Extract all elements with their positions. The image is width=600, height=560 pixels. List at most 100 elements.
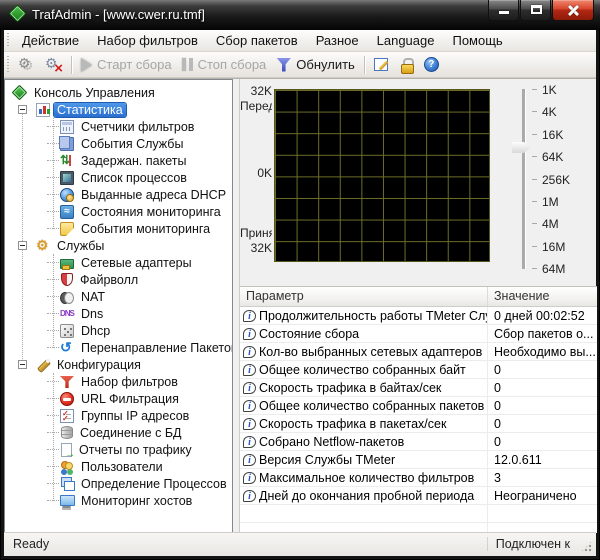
param-text: Кол-во выбранных сетевых адаптеров [259,345,482,359]
tree-item-traffic-reports[interactable]: Отчеты по трафику [5,441,232,458]
table-row[interactable]: iДней до окончания пробной периодаНеогра… [240,487,597,505]
table-row[interactable]: iВерсия Службы TMeter12.0.611 [240,451,597,469]
tree-item-label: Список процессов [78,171,190,185]
table-row[interactable]: iСкорость трафика в пакетах/сек0 [240,415,597,433]
value-cell: Сбор пакетов о... [488,327,597,341]
scale-slider-thumb[interactable] [512,142,531,153]
toolbar-button-gears-delete[interactable] [40,55,67,75]
tree-item-label: Dhcp [78,324,113,338]
tree-item-label: Конфигурация [54,358,144,372]
param-text: Дней до окончания пробной периода [259,489,474,503]
minimize-button[interactable] [488,0,519,21]
toolbar-separator [71,56,72,74]
db-connection-icon [61,426,73,439]
tree-item-dns[interactable]: Dns [5,305,232,322]
toolbar-button-funnel[interactable]: Обнулить [271,55,360,74]
value-cell: 0 [488,417,597,431]
toolbar-button-edit-view[interactable] [369,56,393,73]
param-cell: iСкорость трафика в пакетах/сек [240,415,488,432]
table-row[interactable]: iКол-во выбранных сетевых адаптеровНеобх… [240,343,597,361]
table-row[interactable]: iОбщее количество собранных байт0 [240,361,597,379]
tree-item-process-list[interactable]: Список процессов [5,169,232,186]
param-text: Скорость трафика в байтах/сек [259,381,441,395]
resize-grip[interactable] [580,540,593,553]
tree-item-dhcp[interactable]: Dhcp [5,322,232,339]
tree-item-filter-counters[interactable]: Счетчики фильтров [5,118,232,135]
toolbar-button-label: Стоп сбора [198,57,267,72]
menu-item-3[interactable]: Сбор пакетов [207,31,307,50]
tree-item-service-events[interactable]: События Службы [5,135,232,152]
tree-item-host-monitoring[interactable]: Мониторинг хостов [5,492,232,509]
menu-item-1[interactable]: Действие [13,31,88,50]
scale-slider-track[interactable] [522,89,525,269]
tree-item-url-filtering[interactable]: URL Фильтрация [5,390,232,407]
process-detection-icon [60,477,74,491]
menubar-gripper[interactable] [7,33,9,48]
maximize-button[interactable] [520,0,551,21]
tree-item-services[interactable]: Службы [5,237,232,254]
param-text: Максимальное количество фильтров [259,471,474,485]
toolbar-separator [364,56,365,74]
menu-item-4[interactable]: Разное [307,31,368,50]
toolbar-button-lock[interactable] [393,55,419,75]
tree-item-db-connection[interactable]: Соединение с БД [5,424,232,441]
tree-item-console[interactable]: Консоль Управления [5,84,232,101]
tree-expand-toggle[interactable] [18,241,27,250]
toolbar-button-stop[interactable]: Стоп сбора [177,55,272,74]
tree-item-configuration[interactable]: Конфигурация [5,356,232,373]
tree-connector [47,398,59,399]
network-adapters-icon [60,259,74,269]
close-button[interactable] [552,0,594,21]
info-icon: i [243,328,256,340]
tree-item-label: Счетчики фильтров [78,120,197,134]
tree-connector [47,194,59,195]
tree-item-ip-groups[interactable]: Группы IP адресов [5,407,232,424]
tree-item-packet-forwarding[interactable]: Перенаправление Пакетов [5,339,232,356]
tree-item-firewall[interactable]: Файрволл [5,271,232,288]
tree-item-nat[interactable]: NAT [5,288,232,305]
menu-item-2[interactable]: Набор фильтров [88,31,207,50]
tree-item-filter-set[interactable]: Набор фильтров [5,373,232,390]
tree-item-statistics[interactable]: Статистика [5,101,232,118]
menu-item-5[interactable]: Language [368,31,444,50]
toolbar-button-gears[interactable] [13,55,40,75]
slider-tick [532,223,537,224]
tree-item-dhcp-leases[interactable]: Выданные адреса DHCP [5,186,232,203]
toolbar-button-help[interactable]: ? [419,55,444,74]
info-icon: i [243,418,256,430]
slider-scale-label: 16M [542,240,588,254]
tree-connector [47,500,59,501]
tree-item-users[interactable]: Пользователи [5,458,232,475]
table-row[interactable]: iПродолжительность работы TMeter Служ...… [240,307,597,325]
tree-connector [47,381,59,382]
toolbar-button-label: Обнулить [296,57,355,72]
column-header-value[interactable]: Значение [488,287,597,306]
tree-expand-toggle[interactable] [18,105,27,114]
app-window: TrafAdmin - [www.cwer.ru.tmf] ДействиеНа… [0,0,600,560]
tree-item-delayed-packets[interactable]: Задержан. пакеты [5,152,232,169]
toolbar-gripper[interactable] [7,56,9,74]
toolbar-button-label: Старт сбора [97,57,172,72]
tree-item-label: Мониторинг хостов [78,494,195,508]
table-row[interactable]: iСкорость трафика в байтах/сек0 [240,379,597,397]
table-row[interactable]: iМаксимальное количество фильтров3 [240,469,597,487]
tree-item-label: Отчеты по трафику [76,443,195,457]
toolbar-button-play[interactable]: Старт сбора [76,55,177,74]
tree-item-network-adapters[interactable]: Сетевые адаптеры [5,254,232,271]
menu-item-6[interactable]: Помощь [443,31,511,50]
table-row[interactable]: iСостояние сбораСбор пакетов о... [240,325,597,343]
edit-view-icon [374,58,388,71]
tree-item-process-detection[interactable]: Определение Процессов [5,475,232,492]
tree-item-monitoring-states[interactable]: Состояния мониторинга [5,203,232,220]
tree-item-monitoring-events[interactable]: События мониторинга [5,220,232,237]
slider-scale-label: 16K [542,128,588,142]
minimize-icon [499,11,509,14]
table-row[interactable]: iОбщее количество собранных пакетов0 [240,397,597,415]
table-row[interactable]: iСобрано Netflow-пакетов0 [240,433,597,451]
tree-item-label: Состояния мониторинга [78,205,224,219]
tree-expand-toggle[interactable] [18,360,27,369]
column-header-param[interactable]: Параметр [240,287,488,306]
tree-connector [47,466,59,467]
stop-icon [182,58,186,71]
dhcp-leases-icon [60,188,74,202]
